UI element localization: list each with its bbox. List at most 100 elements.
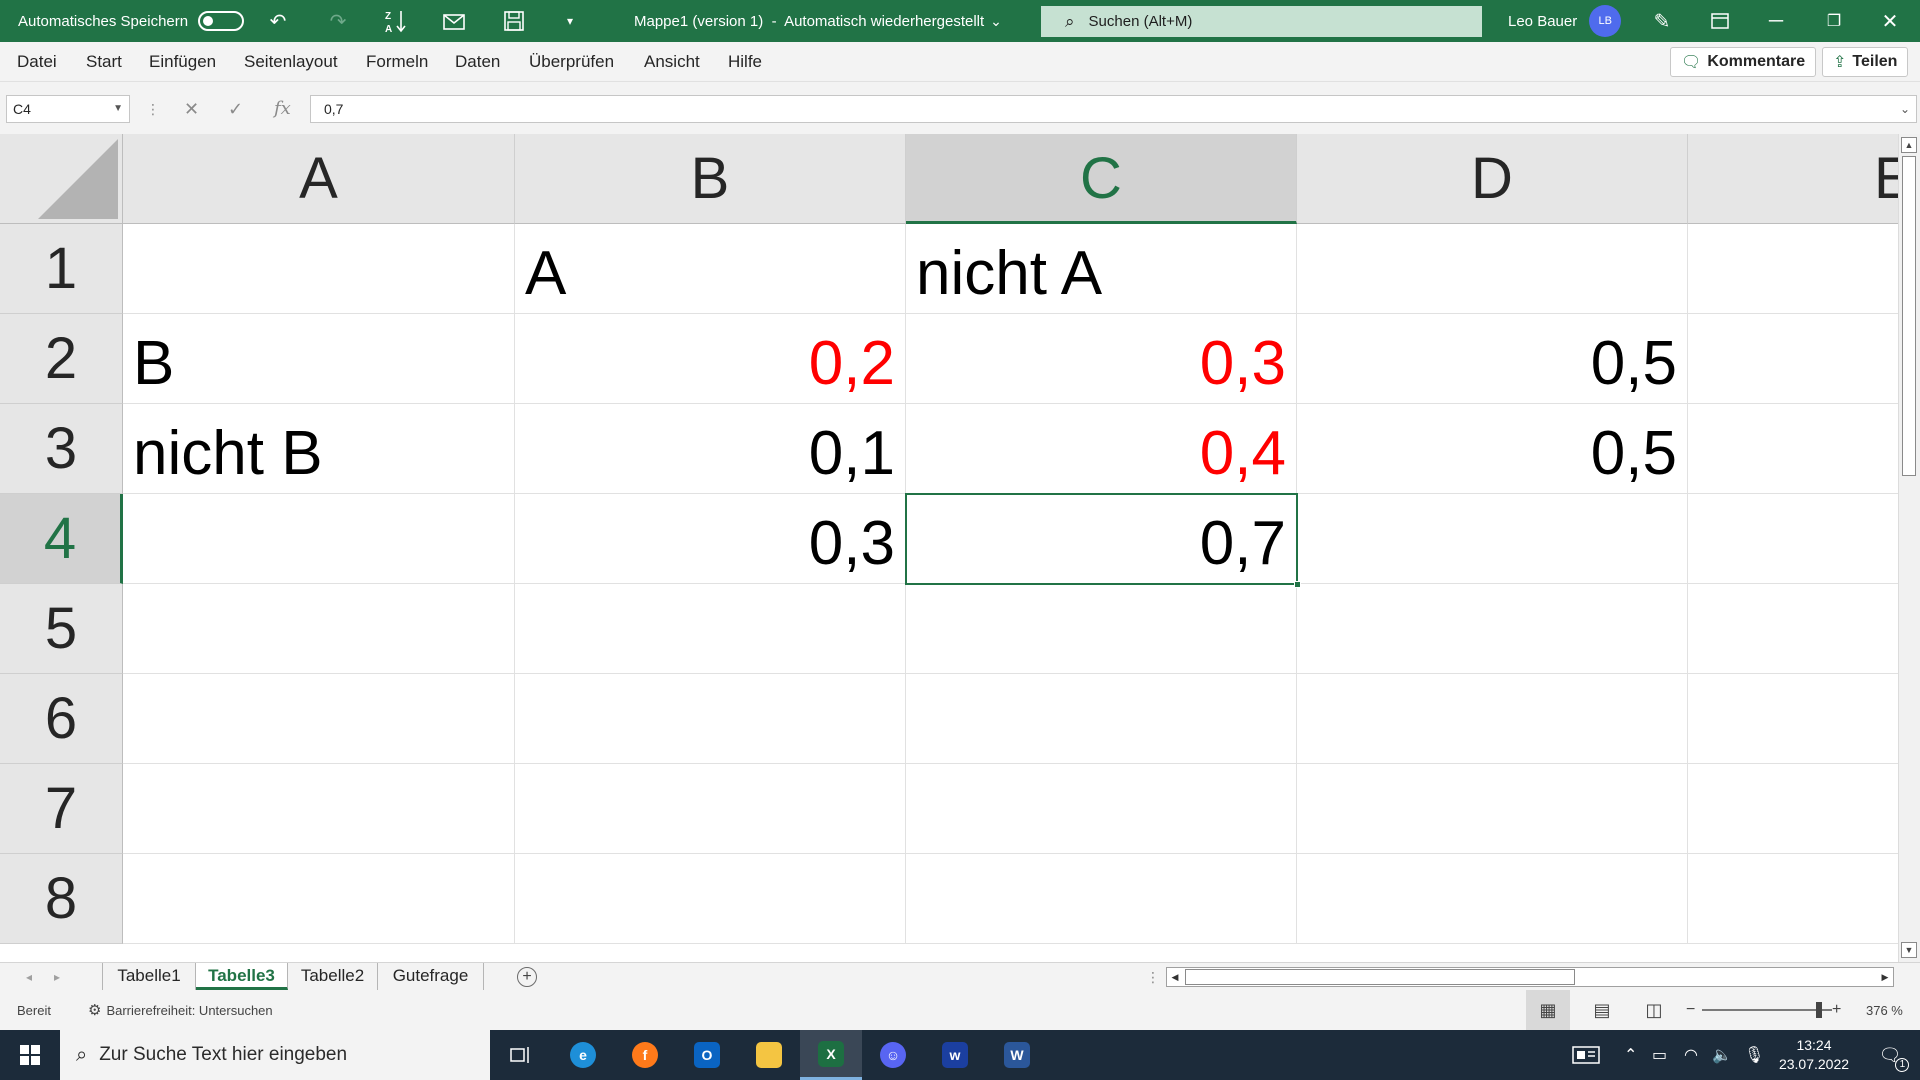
row-header-5[interactable]: 5	[0, 584, 123, 674]
cell-a3[interactable]: nicht B	[123, 404, 515, 494]
cell-c3[interactable]: 0,4	[906, 404, 1297, 494]
cell-e5[interactable]	[1688, 584, 1898, 674]
cell-e7[interactable]	[1688, 764, 1898, 854]
comments-button[interactable]: 🗨 Kommentare	[1670, 47, 1817, 77]
row-header-7[interactable]: 7	[0, 764, 123, 854]
scroll-down-icon[interactable]: ▼	[1901, 942, 1917, 958]
sheet-prev-icon[interactable]: ◂	[26, 963, 32, 991]
cell-b2[interactable]: 0,2	[515, 314, 906, 404]
excel-icon[interactable]: X	[800, 1030, 862, 1080]
zoom-in-icon[interactable]: +	[1832, 990, 1841, 1030]
select-all-corner[interactable]	[0, 134, 123, 224]
cell-a8[interactable]	[123, 854, 515, 944]
sheet-next-icon[interactable]: ▸	[54, 963, 60, 991]
sheet-tab-tabelle1[interactable]: Tabelle1	[102, 963, 196, 990]
battery-icon[interactable]: ▭	[1652, 1030, 1667, 1080]
column-header-c[interactable]: C	[906, 134, 1297, 224]
horizontal-scrollbar[interactable]: ◀ ▶	[1166, 967, 1894, 987]
zoom-slider-thumb[interactable]	[1816, 1002, 1822, 1018]
menu-datei[interactable]: Datei	[17, 42, 57, 82]
row-header-4[interactable]: 4	[0, 494, 123, 584]
minimize-icon[interactable]: ─	[1756, 0, 1796, 42]
scroll-left-icon[interactable]: ◀	[1167, 968, 1183, 986]
name-box-dropdown-icon[interactable]: ▼	[113, 96, 123, 122]
zoom-out-icon[interactable]: −	[1686, 990, 1695, 1030]
cell-b8[interactable]	[515, 854, 906, 944]
zoom-level[interactable]: 376 %	[1866, 990, 1903, 1030]
menu-formeln[interactable]: Formeln	[366, 42, 428, 82]
cell-c5[interactable]	[906, 584, 1297, 674]
cell-e2[interactable]	[1688, 314, 1898, 404]
restore-icon[interactable]: ❐	[1814, 0, 1854, 42]
sheet-tab-gutefrage[interactable]: Gutefrage	[378, 963, 484, 990]
firefox-icon[interactable]: f	[614, 1030, 676, 1080]
cell-d2[interactable]: 0,5	[1297, 314, 1688, 404]
tray-chevron-up-icon[interactable]: ⌃	[1624, 1030, 1637, 1080]
cell-a1[interactable]	[123, 224, 515, 314]
cell-a7[interactable]	[123, 764, 515, 854]
volume-icon[interactable]: 🔈	[1712, 1030, 1732, 1080]
sheet-tab-tabelle2[interactable]: Tabelle2	[288, 963, 378, 990]
search-input[interactable]: Suchen (Alt+M)	[1089, 13, 1193, 30]
cell-c6[interactable]	[906, 674, 1297, 764]
horizontal-scroll-thumb[interactable]	[1185, 969, 1575, 985]
search-box[interactable]: ⌕ Suchen (Alt+M)	[1041, 6, 1482, 37]
menu-hilfe[interactable]: Hilfe	[728, 42, 762, 82]
insert-function-icon[interactable]: fx	[274, 95, 291, 123]
menu-daten[interactable]: Daten	[455, 42, 500, 82]
avatar[interactable]: LB	[1589, 5, 1622, 37]
autosave-toggle[interactable]	[198, 11, 245, 31]
cell-b3[interactable]: 0,1	[515, 404, 906, 494]
cell-d3[interactable]: 0,5	[1297, 404, 1688, 494]
cell-c2[interactable]: 0,3	[906, 314, 1297, 404]
cell-a2[interactable]: B	[123, 314, 515, 404]
menu-ansicht[interactable]: Ansicht	[644, 42, 700, 82]
quick-access-dropdown-icon[interactable]: ▾	[550, 0, 590, 42]
sheet-tab-tabelle3[interactable]: Tabelle3	[196, 963, 288, 990]
cell-d1[interactable]	[1297, 224, 1688, 314]
microphone-icon[interactable]: 🎙	[1744, 1030, 1764, 1080]
cell-d7[interactable]	[1297, 764, 1688, 854]
notification-center-icon[interactable]: 🗨 1	[1870, 1030, 1910, 1080]
wifi-icon[interactable]: ◠	[1684, 1030, 1698, 1080]
word-icon[interactable]: W	[986, 1030, 1048, 1080]
cell-e1[interactable]	[1688, 224, 1898, 314]
column-header-d[interactable]: D	[1297, 134, 1688, 224]
news-widget-icon[interactable]	[1572, 1030, 1600, 1080]
menu-ueberpruefen[interactable]: Überprüfen	[529, 42, 614, 82]
cell-b6[interactable]	[515, 674, 906, 764]
cell-a6[interactable]	[123, 674, 515, 764]
ribbon-display-icon[interactable]	[1700, 0, 1740, 42]
row-header-8[interactable]: 8	[0, 854, 123, 944]
cell-b4[interactable]: 0,3	[515, 494, 906, 584]
add-sheet-icon[interactable]: +	[517, 967, 537, 987]
scroll-up-icon[interactable]: ▲	[1901, 137, 1917, 153]
taskbar-search[interactable]: ⌕ Zur Suche Text hier eingeben	[60, 1030, 490, 1080]
account-group[interactable]: Leo Bauer LB	[1508, 0, 1622, 42]
enter-check-icon[interactable]: ✓	[228, 95, 243, 123]
redo-icon[interactable]: ↷	[318, 0, 358, 42]
zoom-slider[interactable]	[1702, 1009, 1832, 1011]
cell-a4[interactable]	[123, 494, 515, 584]
menu-seitenlayout[interactable]: Seitenlayout	[244, 42, 338, 82]
cell-b5[interactable]	[515, 584, 906, 674]
menu-start[interactable]: Start	[86, 42, 122, 82]
app-w-icon[interactable]: w	[924, 1030, 986, 1080]
vertical-scrollbar[interactable]: ▲ ▼	[1898, 134, 1920, 962]
cell-d6[interactable]	[1297, 674, 1688, 764]
cell-a5[interactable]	[123, 584, 515, 674]
formula-expand-icon[interactable]: ⌄	[1900, 96, 1910, 122]
cell-c7[interactable]	[906, 764, 1297, 854]
column-header-e[interactable]: E	[1688, 134, 1898, 224]
task-view-icon[interactable]	[490, 1030, 552, 1080]
vertical-scroll-thumb[interactable]	[1902, 156, 1916, 476]
taskbar-search-input[interactable]: Zur Suche Text hier eingeben	[99, 1044, 347, 1066]
accessibility-checker[interactable]: ⚙ Barrierefreiheit: Untersuchen	[88, 990, 273, 1030]
mail-icon[interactable]	[434, 0, 474, 42]
edge-icon[interactable]: e	[552, 1030, 614, 1080]
share-button[interactable]: ⇪ Teilen	[1822, 47, 1909, 77]
save-icon[interactable]	[494, 0, 534, 42]
column-header-a[interactable]: A	[123, 134, 515, 224]
row-header-1[interactable]: 1	[0, 224, 123, 314]
cell-e8[interactable]	[1688, 854, 1898, 944]
